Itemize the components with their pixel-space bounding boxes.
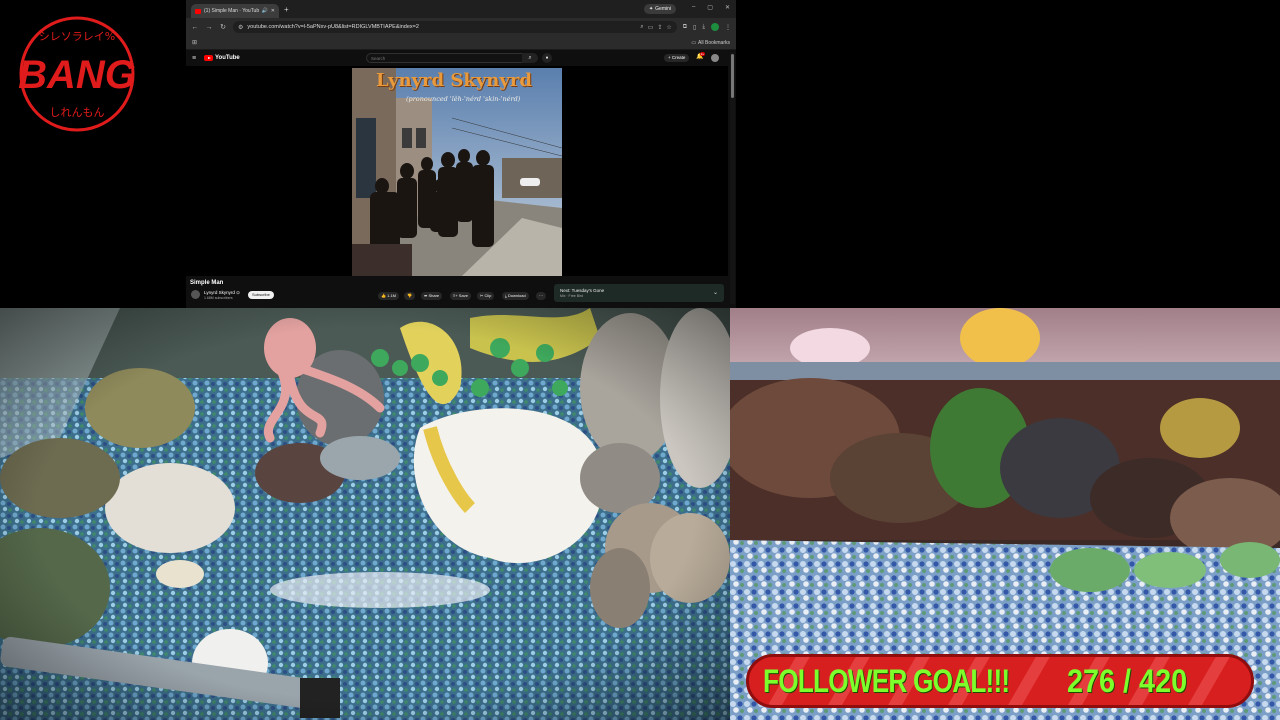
like-count: 1.1M — [387, 293, 397, 298]
folder-icon: ▭ — [691, 39, 697, 46]
save-label: Save — [458, 293, 468, 298]
new-tab-button[interactable]: + — [284, 5, 289, 14]
channel-avatar[interactable] — [191, 290, 200, 299]
page-scrollbar[interactable] — [730, 52, 735, 304]
tank-top-view-image — [0, 308, 730, 720]
follower-goal-count: 276 / 420 — [1067, 663, 1188, 699]
gemini-label: Gemini — [655, 6, 671, 12]
microphone-icon[interactable]: ● — [542, 53, 552, 63]
tab-bar: (1) Simple Man · YouTube 🔊 ✕ + ✦ Gemini … — [186, 0, 736, 18]
video-player[interactable]: Lynyrd Skynyrd (pronounced 'lĕh-'nérd 's… — [186, 66, 728, 276]
bookmarks-bar: ⊞ ▭ All Bookmarks — [186, 36, 736, 50]
all-bookmarks-label: All Bookmarks — [698, 39, 730, 46]
gemini-sparkle-icon: ✦ — [648, 6, 654, 12]
next-up-panel[interactable]: Next: Tuesday's Gone Mix · Free Bird ⌄ — [554, 284, 724, 302]
video-metadata: Simple Man Lynyrd Skynyrd ⊙ 1.68M subscr… — [190, 278, 730, 306]
video-title: Simple Man — [190, 280, 224, 286]
forward-icon[interactable]: → — [205, 24, 213, 31]
share-label: Share — [428, 293, 440, 298]
chevron-down-icon[interactable]: ⌄ — [713, 289, 718, 296]
profile-avatar[interactable] — [711, 23, 719, 31]
logo-ring-top: シレソラレイ% — [39, 30, 115, 43]
hamburger-menu-icon[interactable]: ≡ — [192, 55, 200, 62]
stream-layout: シレソラレイ% BANG しれんもん (1) Simple Man · YouT… — [0, 0, 1280, 720]
share-icon: ➦ — [424, 293, 428, 298]
like-button[interactable]: 👍 1.1M — [378, 292, 400, 300]
subscribe-button[interactable]: Subscribe — [248, 291, 274, 299]
browser-menu-icon[interactable]: ⋮ — [725, 24, 731, 31]
address-bar-row: ← → ↻ ⚙ youtube.com/watch?v=l-5aPNxv-pU8… — [186, 18, 736, 36]
logo-text: BANG — [18, 53, 136, 97]
bang-logo: シレソラレイ% BANG しれんもん — [12, 14, 142, 134]
reload-icon[interactable]: ↻ — [219, 23, 227, 31]
album-band-title: Lynyrd Skynyrd — [376, 70, 532, 91]
follower-goal-label: FOLLOWER GOAL!!! — [763, 663, 1010, 699]
search-placeholder: Search — [371, 55, 386, 61]
gemini-button[interactable]: ✦ Gemini — [643, 4, 676, 14]
notification-badge: 9+ — [700, 52, 705, 56]
create-button[interactable]: + Create — [664, 54, 690, 62]
tab-title: (1) Simple Man · YouTube — [204, 8, 259, 14]
youtube-play-icon — [204, 55, 213, 61]
album-subtitle: (pronounced 'lĕh-'nérd 'skin-'nérd) — [406, 95, 521, 103]
youtube-logo[interactable]: YouTube — [204, 55, 240, 61]
close-window-icon[interactable]: ✕ — [725, 4, 730, 11]
minimize-icon[interactable]: – — [692, 4, 695, 11]
download-button[interactable]: ⤓ Download — [502, 292, 529, 300]
save-icon: ≡+ — [453, 293, 458, 298]
window-controls: – ▢ ✕ — [692, 4, 730, 11]
scrollbar-thumb[interactable] — [731, 54, 734, 98]
maximize-icon[interactable]: ▢ — [707, 4, 713, 11]
thumbs-up-icon: 👍 — [381, 293, 386, 298]
downloads-icon[interactable]: ⤓ — [702, 24, 705, 31]
youtube-favicon-icon — [195, 8, 201, 14]
browser-window: (1) Simple Man · YouTube 🔊 ✕ + ✦ Gemini … — [186, 0, 736, 308]
share-button[interactable]: ➦ Share — [421, 292, 443, 300]
zoom-icon[interactable]: ⌕ — [640, 24, 643, 31]
follower-goal-bar: FOLLOWER GOAL!!! 276 / 420 — [746, 654, 1254, 708]
download-label: Download — [507, 293, 526, 298]
album-cover: Lynyrd Skynyrd (pronounced 'lĕh-'nérd 's… — [352, 68, 562, 276]
site-info-icon[interactable]: ⚙ — [238, 24, 243, 31]
next-up-subtitle: Mix · Free Bird — [560, 294, 583, 298]
url-field[interactable]: ⚙ youtube.com/watch?v=l-5aPNxv-pU8&list=… — [233, 21, 677, 33]
youtube-search-input[interactable]: Search — [366, 53, 532, 63]
more-actions-button[interactable]: ··· — [536, 292, 546, 300]
tab-youtube[interactable]: (1) Simple Man · YouTube 🔊 ✕ — [191, 4, 279, 18]
account-avatar[interactable] — [711, 54, 719, 62]
youtube-header: ≡ YouTube Search ⌕ ● + Create 🔔 9+ — [186, 50, 736, 66]
logo-ring-bottom: しれんもん — [50, 106, 105, 119]
extensions-icon[interactable]: ⧉ — [683, 24, 687, 31]
clip-label: Clip — [484, 293, 492, 298]
next-up-title: Next: Tuesday's Gone — [560, 288, 605, 293]
search-icon[interactable]: ⌕ — [522, 53, 538, 63]
youtube-logo-text: YouTube — [215, 55, 240, 61]
sidepanel-icon[interactable]: ▯ — [693, 24, 696, 31]
clip-button[interactable]: ✂ Clip — [477, 292, 495, 300]
back-icon[interactable]: ← — [191, 24, 199, 31]
download-icon: ⤓ — [505, 293, 507, 298]
url-text: youtube.com/watch?v=l-5aPNxv-pU8&list=RD… — [247, 24, 419, 30]
share-page-icon[interactable]: ⇪ — [657, 24, 662, 31]
channel-subscribers: 1.68M subscribers — [204, 296, 233, 300]
save-button[interactable]: ≡+ Save — [450, 292, 471, 300]
audio-playing-icon[interactable]: 🔊 — [262, 8, 268, 14]
clip-icon: ✂ — [480, 293, 484, 298]
bookmark-star-icon[interactable]: ☆ — [666, 24, 671, 31]
dislike-button[interactable]: 👎 — [404, 292, 415, 300]
close-tab-icon[interactable]: ✕ — [271, 8, 275, 14]
thumbs-down-icon: 👎 — [407, 293, 412, 298]
apps-grid-icon[interactable]: ⊞ — [192, 39, 197, 46]
tank-cam-top-view — [0, 308, 730, 720]
cast-icon[interactable]: ▭ — [648, 24, 654, 31]
all-bookmarks-button[interactable]: ▭ All Bookmarks — [691, 40, 730, 46]
